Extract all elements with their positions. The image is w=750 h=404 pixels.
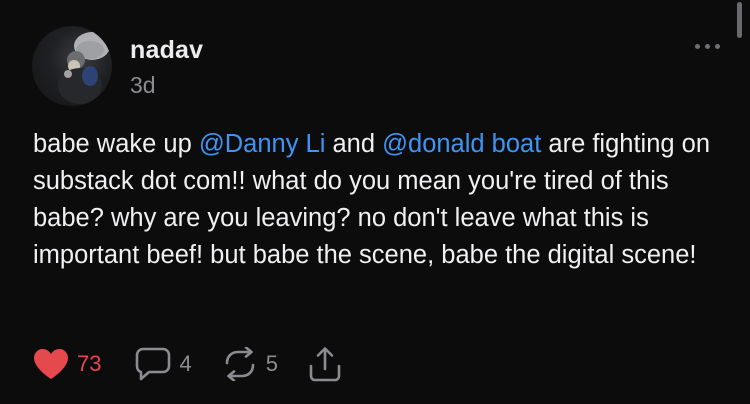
comment-icon [136, 347, 171, 381]
more-dot-icon [715, 43, 720, 49]
more-options-button[interactable] [695, 38, 720, 54]
like-button[interactable]: 73 [33, 348, 101, 380]
timestamp[interactable]: 3d [130, 72, 156, 99]
scrollbar[interactable] [737, 2, 742, 38]
comment-count: 4 [179, 351, 192, 376]
restack-icon [225, 347, 255, 381]
author-name[interactable]: nadav [130, 36, 203, 65]
restack-count: 5 [265, 351, 278, 376]
restack-button[interactable]: 5 [222, 347, 278, 381]
avatar-image [58, 32, 110, 104]
action-bar: 73 4 5 [33, 344, 342, 384]
avatar[interactable] [32, 26, 112, 106]
body-text-segment: babe wake up [33, 130, 199, 158]
mention-danny-li[interactable]: @Danny Li [199, 130, 326, 158]
like-count: 73 [77, 351, 102, 376]
heart-icon [34, 349, 68, 379]
share-icon [309, 347, 341, 382]
mention-donald-boat[interactable]: @donald boat [382, 130, 541, 158]
more-dot-icon [695, 43, 700, 49]
note-body: babe wake up @Danny Li and @donald boat … [33, 126, 723, 274]
comment-button[interactable]: 4 [135, 347, 192, 381]
more-dot-icon [705, 43, 710, 49]
body-text-segment: and [325, 130, 383, 158]
note-card: nadav 3d babe wake up @Danny Li and @don… [0, 0, 750, 404]
share-button[interactable] [308, 346, 342, 382]
